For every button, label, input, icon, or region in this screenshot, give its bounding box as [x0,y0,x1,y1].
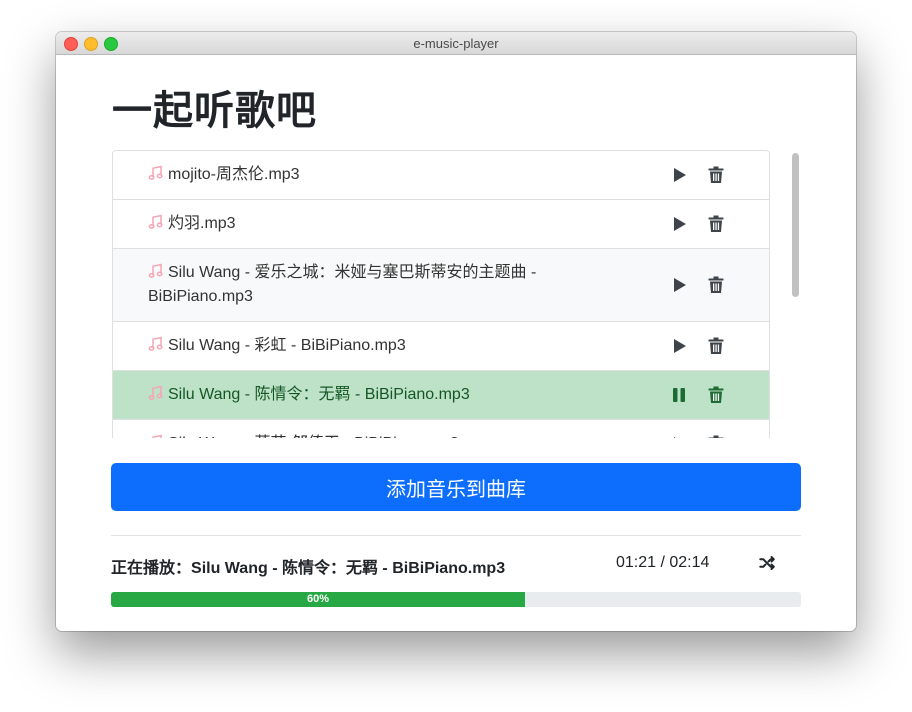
divider [111,535,801,536]
trash-icon[interactable] [706,434,726,438]
song-row[interactable]: Silu Wang - 陈情令：无羁 - BiBiPiano.mp3 [113,370,769,419]
song-title: Silu Wang - 爱乐之城：米娅与塞巴斯蒂安的主题曲 - BiBiPian… [148,264,537,305]
song-list-viewport[interactable]: mojito-周杰伦.mp3 灼羽.mp3 Silu Wang - 爱乐之城：米娅与… [112,150,770,438]
add-music-button[interactable]: 添加音乐到曲库 [111,463,801,511]
music-note-icon [148,434,164,438]
song-title: Silu Wang - 陈情令：无羁 - BiBiPiano.mp3 [168,386,470,403]
now-playing-song: Silu Wang - 陈情令：无羁 - BiBiPiano.mp3 [191,560,506,577]
song-name: Silu Wang - 落花·邹倚天 - BiBiPiano.mp3 [148,420,548,438]
song-name: Silu Wang - 陈情令：无羁 - BiBiPiano.mp3 [148,371,548,419]
playback-progress-fill: 60% [111,592,525,607]
play-icon[interactable] [669,336,689,356]
trash-icon[interactable] [706,214,726,234]
now-playing: 正在播放：Silu Wang - 陈情令：无羁 - BiBiPiano.mp3 [111,554,505,578]
play-icon[interactable] [669,434,689,438]
music-note-icon [148,336,164,352]
trash-icon[interactable] [706,165,726,185]
music-note-icon [148,165,164,181]
song-row[interactable]: 灼羽.mp3 [113,199,769,248]
song-name: Silu Wang - 彩虹 - BiBiPiano.mp3 [148,322,548,370]
song-list-scrollbar[interactable] [792,153,799,297]
page-title: 一起听歌吧 [112,89,317,133]
trash-icon[interactable] [706,275,726,295]
song-title: 灼羽.mp3 [168,215,236,232]
music-note-icon [148,385,164,401]
title-bar: e-music-player [56,32,856,55]
playback-progress[interactable]: 60% [111,592,801,607]
play-icon[interactable] [669,214,689,234]
pause-icon[interactable] [669,385,689,405]
song-row[interactable]: Silu Wang - 彩虹 - BiBiPiano.mp3 [113,321,769,370]
song-title: Silu Wang - 彩虹 - BiBiPiano.mp3 [168,337,406,354]
song-name: mojito-周杰伦.mp3 [148,151,548,199]
shuffle-icon[interactable] [758,554,776,572]
song-list: mojito-周杰伦.mp3 灼羽.mp3 Silu Wang - 爱乐之城：米娅与… [112,150,770,438]
play-icon[interactable] [669,165,689,185]
trash-icon[interactable] [706,385,726,405]
app-window: e-music-player 一起听歌吧 mojito-周杰伦.mp3 灼羽.mp… [56,32,856,631]
song-row[interactable]: Silu Wang - 落花·邹倚天 - BiBiPiano.mp3 [113,419,769,438]
play-icon[interactable] [669,275,689,295]
song-title: Silu Wang - 落花·邹倚天 - BiBiPiano.mp3 [168,435,459,438]
song-name: Silu Wang - 爱乐之城：米娅与塞巴斯蒂安的主题曲 - BiBiPian… [148,249,548,321]
song-row[interactable]: mojito-周杰伦.mp3 [113,151,769,199]
music-note-icon [148,263,164,279]
music-note-icon [148,214,164,230]
song-title: mojito-周杰伦.mp3 [168,166,300,183]
song-name: 灼羽.mp3 [148,200,548,248]
window-title: e-music-player [413,36,499,51]
playback-time: 01:21 / 02:14 [616,554,710,571]
song-row[interactable]: Silu Wang - 爱乐之城：米娅与塞巴斯蒂安的主题曲 - BiBiPian… [113,248,769,321]
trash-icon[interactable] [706,336,726,356]
now-playing-label: 正在播放： [111,560,192,577]
